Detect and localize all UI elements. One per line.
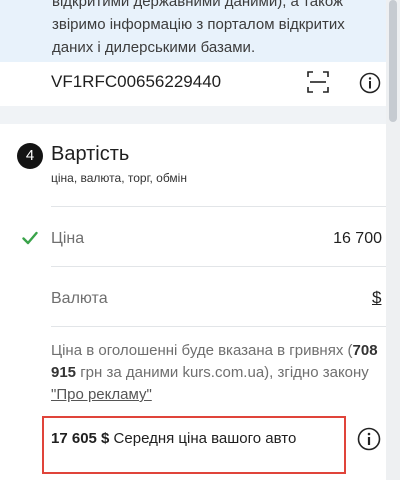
- vin-value: VF1RFC00656229440: [51, 72, 222, 91]
- info-banner: відкритими державними даними), а також з…: [0, 0, 386, 62]
- average-price-label: Середня ціна вашого авто: [109, 430, 297, 447]
- average-price-amount: 17 605 $: [51, 430, 110, 447]
- section-separator: [0, 106, 386, 124]
- average-price: 17 605 $ Середня ціна вашого авто: [51, 430, 296, 447]
- divider: [51, 326, 386, 327]
- step-number-badge: 4: [17, 143, 43, 169]
- section-subtitle: ціна, валюта, торг, обмін: [51, 171, 187, 185]
- advertising-law-link[interactable]: "Про рекламу": [51, 386, 152, 403]
- divider: [51, 206, 386, 207]
- check-icon: [22, 231, 38, 245]
- price-input[interactable]: 16 700: [333, 230, 382, 248]
- currency-label: Валюта: [51, 290, 108, 307]
- note-middle: грн за даними kurs.com.ua), згідно закон…: [76, 364, 369, 381]
- note-prefix: Ціна в оголошенні буде вказана в гривнях…: [51, 342, 353, 359]
- scrollbar-thumb[interactable]: [389, 0, 397, 122]
- section-title: Вартість: [51, 143, 130, 165]
- divider: [51, 266, 386, 267]
- currency-selector[interactable]: $: [372, 288, 381, 308]
- info-icon[interactable]: [359, 72, 381, 94]
- scan-icon[interactable]: [307, 71, 329, 93]
- info-icon[interactable]: [357, 427, 381, 451]
- info-banner-text: відкритими державними даними), а також з…: [52, 0, 345, 56]
- price-note: Ціна в оголошенні буде вказана в гривнях…: [51, 340, 381, 406]
- price-label: Ціна: [51, 230, 85, 247]
